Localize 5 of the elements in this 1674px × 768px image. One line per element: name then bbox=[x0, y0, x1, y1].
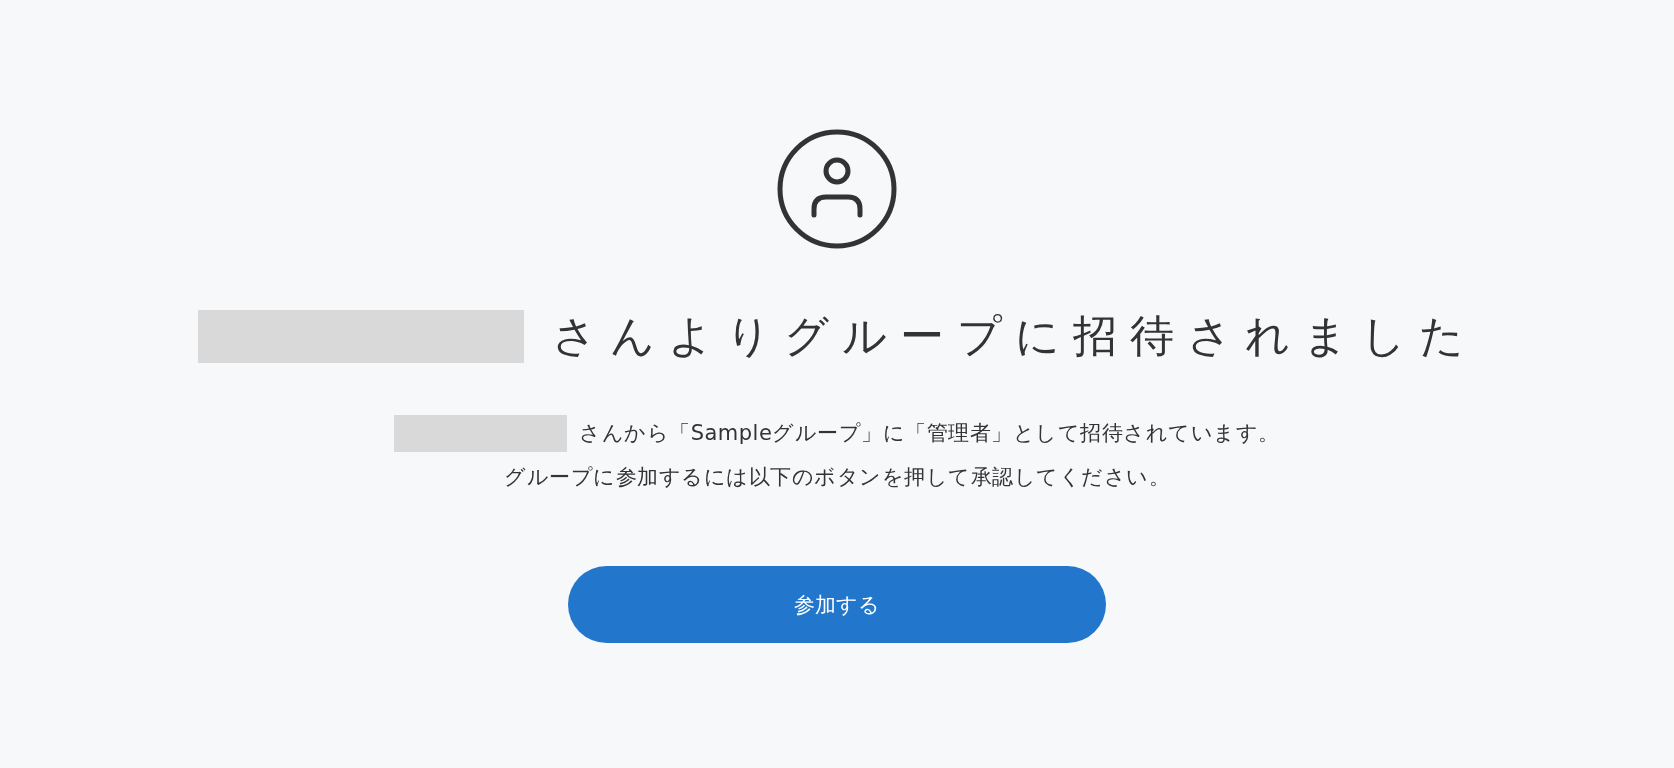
user-icon bbox=[777, 129, 897, 249]
invitation-heading: さんよりグループに招待されました bbox=[551, 310, 1477, 363]
join-button[interactable]: 参加する bbox=[568, 566, 1106, 643]
instruction-text: グループに参加するには以下のボタンを押して承認してください。 bbox=[504, 464, 1170, 491]
invitation-message: さんから「Sampleグループ」に「管理者」として招待されています。 bbox=[579, 420, 1280, 447]
